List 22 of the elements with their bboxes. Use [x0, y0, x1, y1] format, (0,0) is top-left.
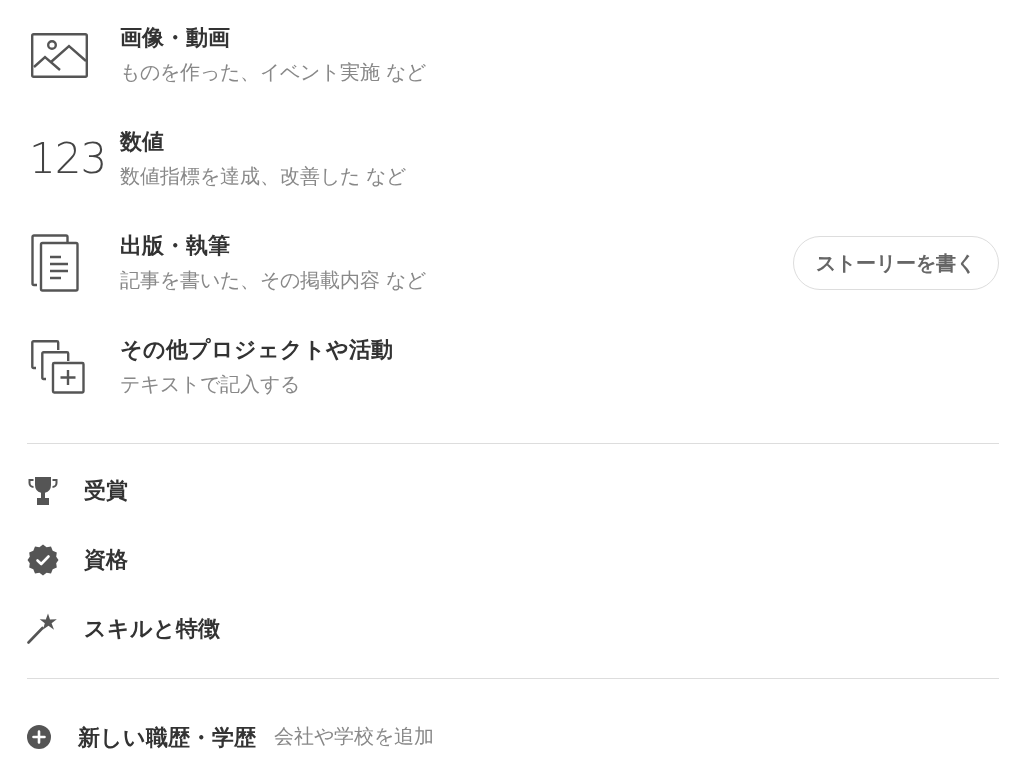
write-story-button[interactable]: ストーリーを書く [793, 236, 999, 290]
story-type-description: 数値指標を達成、改善した など [120, 164, 407, 190]
add-circle-icon [27, 725, 51, 749]
story-type-description: 記事を書いた、その掲載内容 など [120, 268, 427, 294]
copies-plus-icon [31, 340, 85, 394]
image-icon [31, 32, 88, 78]
story-type-description: ものを作った、イベント実施 など [120, 60, 427, 86]
verified-badge-icon [27, 543, 59, 576]
section-link[interactable]: 資格 [84, 543, 128, 576]
story-type-title[interactable]: 数値 [120, 126, 407, 158]
section-link[interactable]: スキルと特徴 [84, 612, 220, 645]
story-type-description: テキストで記入する [120, 372, 301, 398]
story-type-title[interactable]: その他プロジェクトや活動 [120, 334, 393, 366]
numbers-icon: 123 [29, 135, 107, 183]
story-type-title[interactable]: 出版・執筆 [120, 230, 427, 262]
documents-icon [31, 234, 79, 292]
add-career-link[interactable]: 新しい職歴・学歴 [78, 720, 256, 754]
section-link[interactable]: 受賞 [84, 474, 128, 507]
add-career-hint: 会社や学校を追加 [274, 724, 434, 751]
trophy-icon [27, 475, 59, 506]
story-type-title[interactable]: 画像・動画 [120, 22, 427, 54]
magic-wand-icon [27, 613, 58, 644]
